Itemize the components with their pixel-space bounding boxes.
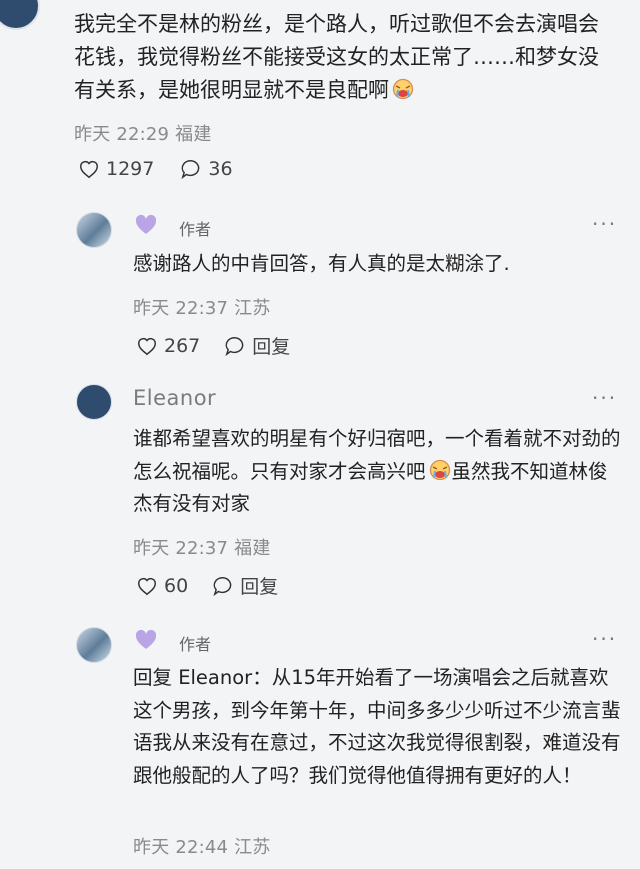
reply-like-button[interactable]: 267 (136, 335, 200, 357)
reply-text: 回复 Eleanor：从15年开始看了一场演唱会之后就喜欢这个男孩，到今年第十年… (133, 666, 621, 787)
comment-bubble-icon (225, 336, 244, 356)
reply-actions: 60 回复 (136, 572, 278, 599)
reply-actions: 267 回复 (136, 332, 290, 359)
more-icon[interactable]: ··· (592, 627, 617, 651)
reply-label: 回复 (240, 576, 279, 598)
top-comment-actions: 1297 36 (78, 158, 233, 180)
top-comment-text: 我完全不是林的粉丝，是个路人，听过歌但不会去演唱会花钱，我觉得粉丝不能接受这女的… (74, 8, 614, 107)
reply-text: 谁都希望喜欢的明星有个好归宿吧，一个看着就不对劲的怎么祝福呢。只有对家才会高兴吧… (133, 423, 623, 521)
reply-button[interactable]: 回复 (212, 572, 278, 599)
top-comment-avatar[interactable] (0, 0, 40, 30)
heart-outline-icon (80, 160, 98, 179)
top-comment-body: 我完全不是林的粉丝，是个路人，听过歌但不会去演唱会花钱，我觉得粉丝不能接受这女的… (74, 12, 599, 102)
reply-like-count: 267 (164, 334, 201, 357)
author-tag: 作者 (179, 635, 212, 654)
username[interactable]: Eleanor (133, 386, 216, 410)
crying-emoji-icon (392, 78, 414, 100)
comment-bubble-icon (213, 576, 232, 596)
reply-avatar[interactable] (76, 627, 112, 663)
heart-outline-icon (138, 577, 156, 595)
reply-avatar[interactable] (76, 212, 112, 248)
author-tag: 作者 (179, 220, 212, 239)
reply-time: 昨天 22:44 江苏 (133, 837, 271, 858)
comment-bubble-icon (181, 160, 200, 180)
top-like-count: 1297 (106, 158, 155, 180)
purple-heart-icon (135, 214, 157, 234)
reply-time: 昨天 22:37 江苏 (133, 298, 271, 319)
reply-avatar[interactable] (76, 384, 112, 420)
purple-heart-icon (135, 629, 157, 649)
top-comment-button[interactable]: 36 (180, 158, 233, 180)
reply-text: 感谢路人的中肯回答，有人真的是太糊涂了. (133, 252, 510, 275)
reply-label: 回复 (252, 336, 291, 358)
reply-like-count: 60 (164, 574, 189, 597)
reply-time: 昨天 22:37 福建 (133, 538, 271, 559)
more-icon[interactable]: ··· (592, 386, 617, 410)
reply-like-button[interactable]: 60 (136, 575, 188, 597)
reply-button[interactable]: 回复 (224, 332, 290, 359)
top-like-button[interactable]: 1297 (78, 158, 154, 180)
crying-emoji-icon (429, 459, 450, 480)
top-comment-time: 昨天 22:29 福建 (74, 124, 212, 145)
heart-outline-icon (138, 337, 156, 355)
top-comment-count: 36 (208, 158, 233, 180)
more-icon[interactable]: ··· (592, 212, 617, 236)
